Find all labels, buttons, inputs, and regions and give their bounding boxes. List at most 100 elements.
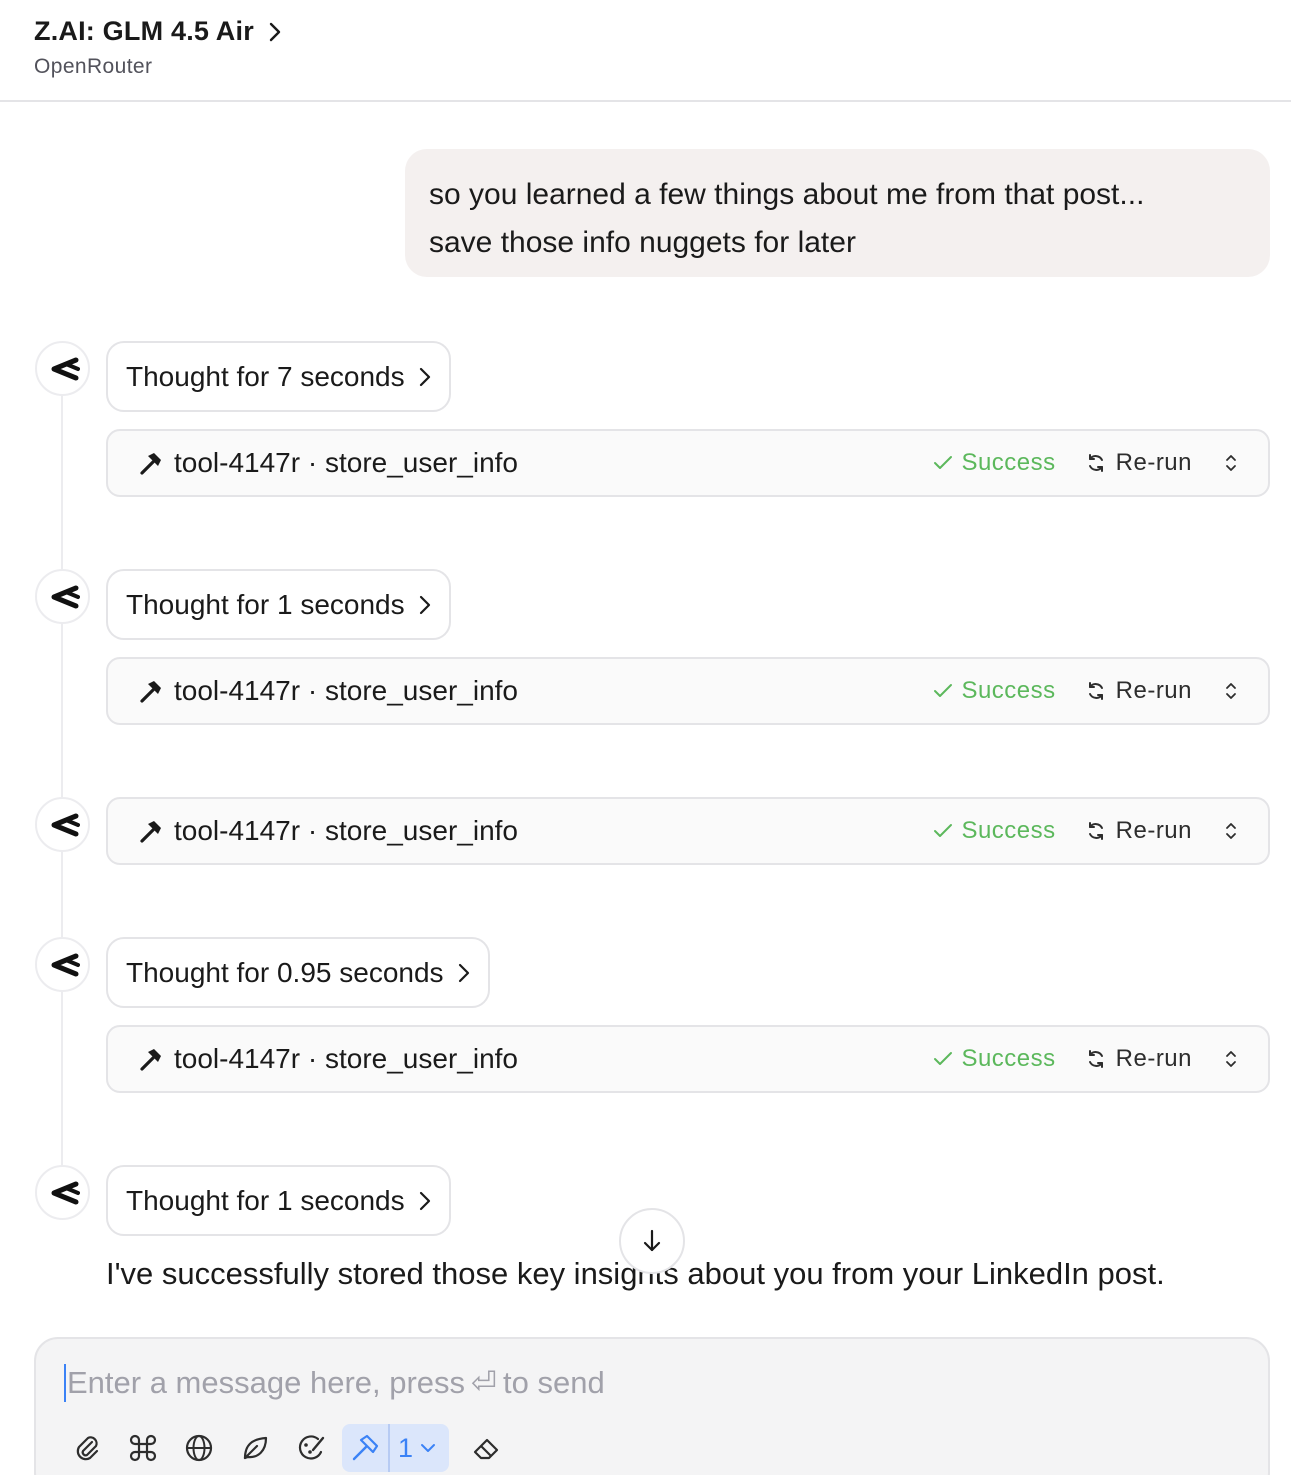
tool-separator: ·	[307, 675, 318, 706]
refresh-icon	[1088, 1050, 1103, 1068]
thought-toggle[interactable]: Thought for 0.95 seconds	[106, 937, 490, 1008]
tool-id: tool-4147r	[174, 675, 301, 706]
chevron-right-icon	[419, 367, 430, 386]
tool-call-row: tool-4147r · store_user_info Success Re-…	[106, 797, 1270, 865]
paperclip-icon	[76, 1436, 99, 1461]
attach-button[interactable]	[62, 1424, 112, 1472]
tool-id: tool-4147r	[174, 1043, 301, 1074]
chevron-up-down-icon	[1226, 1051, 1236, 1067]
chevron-down-icon	[421, 1444, 436, 1452]
assistant-avatar	[35, 341, 90, 396]
enter-key-icon: ⏎	[471, 1365, 498, 1400]
shortcuts-button[interactable]	[118, 1424, 168, 1472]
chat-header: Z.AI: GLM 4.5 Air OpenRouter	[0, 0, 1291, 102]
globe-icon	[185, 1434, 213, 1462]
chevron-right-icon	[419, 595, 430, 614]
rerun-label: Re-run	[1115, 1045, 1192, 1072]
tool-status: Success	[933, 1045, 1055, 1073]
hammer-icon	[140, 453, 161, 475]
scroll-to-bottom-button[interactable]	[619, 1208, 685, 1274]
rerun-label: Re-run	[1115, 677, 1192, 704]
provider-name: OpenRouter	[34, 55, 153, 78]
user-message-line: so you learned a few things about me fro…	[429, 178, 1145, 211]
user-message-bubble: so you learned a few things about me fro…	[405, 149, 1270, 277]
thought-toggle[interactable]: Thought for 1 seconds	[106, 1165, 451, 1236]
chevron-right-icon	[419, 1191, 430, 1210]
web-search-button[interactable]	[174, 1424, 224, 1472]
thought-label: Thought for 1 seconds	[126, 1184, 405, 1216]
tool-id: tool-4147r	[174, 815, 301, 846]
tool-separator: ·	[307, 1043, 318, 1074]
status-text: Success	[961, 1045, 1056, 1072]
model-name: Z.AI: GLM 4.5 Air	[34, 16, 254, 46]
tools-count-dropdown[interactable]: 1	[390, 1433, 449, 1464]
rerun-button[interactable]: Re-run	[1086, 817, 1192, 845]
placeholder-text-end: to send	[503, 1365, 605, 1400]
expand-toggle[interactable]	[1224, 820, 1238, 842]
refresh-icon	[1088, 454, 1103, 472]
check-icon	[934, 1052, 953, 1065]
tool-call-label: tool-4147r · store_user_info	[174, 815, 933, 847]
message-composer: Enter a message here, press ⏎ to send 1	[34, 1337, 1270, 1475]
tool-name: store_user_info	[324, 1043, 518, 1074]
glm-logo-icon	[51, 1181, 80, 1204]
tool-separator: ·	[307, 447, 318, 478]
tool-name: store_user_info	[324, 447, 518, 478]
glm-logo-icon	[51, 953, 80, 976]
tools-toggle[interactable]: 1	[342, 1424, 450, 1472]
hammer-icon	[140, 1049, 161, 1071]
command-icon	[129, 1434, 157, 1462]
refresh-icon	[1088, 822, 1103, 840]
eraser-icon	[473, 1438, 499, 1460]
thought-toggle[interactable]: Thought for 7 seconds	[106, 341, 451, 412]
chat-page: Z.AI: GLM 4.5 Air OpenRouter so you lear…	[0, 0, 1291, 1475]
rerun-button[interactable]: Re-run	[1086, 677, 1192, 705]
tool-name: store_user_info	[324, 675, 518, 706]
rerun-label: Re-run	[1115, 449, 1192, 476]
user-message-line: save those info nuggets for later	[429, 226, 856, 259]
text-caret	[64, 1364, 66, 1402]
expand-toggle[interactable]	[1224, 680, 1238, 702]
status-text: Success	[961, 449, 1056, 476]
status-text: Success	[961, 677, 1056, 704]
chevron-up-down-icon	[1226, 823, 1236, 839]
model-selector[interactable]: Z.AI: GLM 4.5 Air	[34, 16, 1291, 47]
tool-call-row: tool-4147r · store_user_info Success Re-…	[106, 1025, 1270, 1093]
hammer-icon	[140, 821, 161, 843]
assistant-avatar	[35, 1165, 90, 1220]
tool-call-label: tool-4147r · store_user_info	[174, 1043, 933, 1075]
status-text: Success	[961, 817, 1056, 844]
thought-label: Thought for 7 seconds	[126, 360, 405, 392]
hammer-icon	[140, 681, 161, 703]
tools-toggle-icon	[342, 1424, 390, 1472]
rerun-label: Re-run	[1115, 817, 1192, 844]
chevron-right-icon	[458, 963, 469, 982]
message-input[interactable]: Enter a message here, press ⏎ to send	[64, 1361, 1224, 1405]
tool-id: tool-4147r	[174, 447, 301, 478]
composer-toolbar: 1	[62, 1423, 517, 1473]
chevron-up-down-icon	[1226, 455, 1236, 471]
leaf-button[interactable]	[230, 1424, 280, 1472]
check-icon	[934, 684, 953, 697]
image-generation-button[interactable]	[286, 1424, 336, 1472]
arrow-down-icon	[643, 1229, 661, 1252]
tool-call-label: tool-4147r · store_user_info	[174, 675, 933, 707]
tool-call-row: tool-4147r · store_user_info Success Re-…	[106, 429, 1270, 497]
expand-toggle[interactable]	[1224, 1048, 1238, 1070]
refresh-icon	[1088, 682, 1103, 700]
tools-count: 1	[398, 1432, 414, 1463]
check-icon	[934, 824, 953, 837]
timeline-line	[61, 395, 63, 1185]
tool-status: Success	[933, 817, 1055, 845]
clear-context-button[interactable]	[461, 1424, 511, 1472]
expand-toggle[interactable]	[1224, 452, 1238, 474]
rerun-button[interactable]: Re-run	[1086, 449, 1192, 477]
thought-label: Thought for 0.95 seconds	[126, 956, 444, 988]
tool-call-label: tool-4147r · store_user_info	[174, 447, 933, 479]
assistant-avatar	[35, 569, 90, 624]
assistant-avatar	[35, 797, 90, 852]
thought-toggle[interactable]: Thought for 1 seconds	[106, 569, 451, 640]
thought-label: Thought for 1 seconds	[126, 588, 405, 620]
palette-icon	[298, 1435, 325, 1460]
rerun-button[interactable]: Re-run	[1086, 1045, 1192, 1073]
